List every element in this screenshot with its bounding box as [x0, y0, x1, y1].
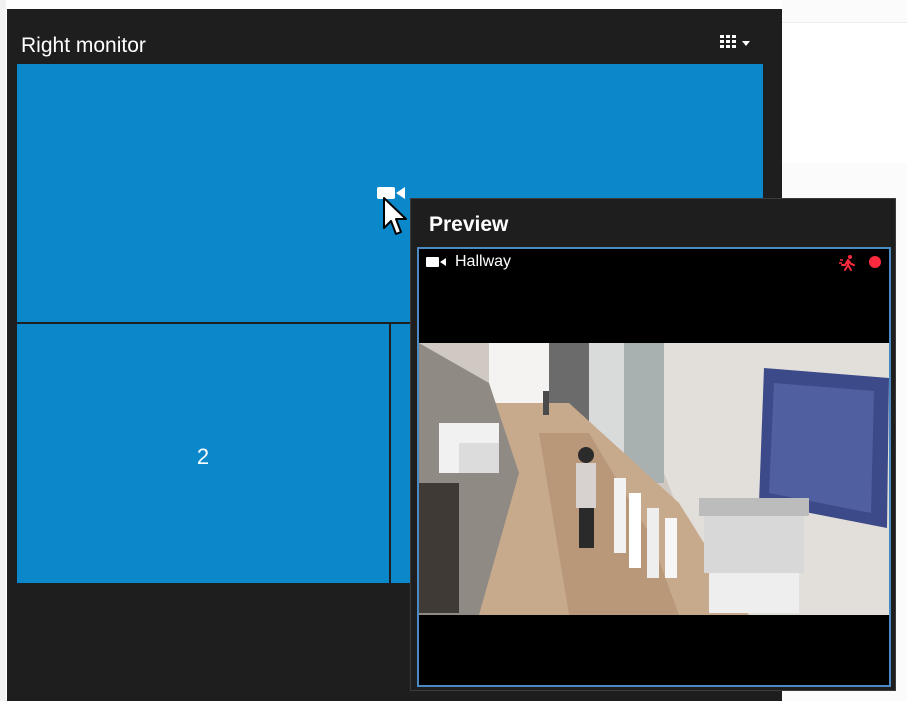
window-edge	[0, 0, 6, 701]
motion-icon	[839, 255, 855, 271]
camera-preview[interactable]: Hallway	[417, 247, 891, 687]
chevron-down-icon	[742, 41, 750, 46]
camera-icon	[426, 257, 446, 267]
grid-icon	[720, 35, 736, 49]
camera-title-bar: Hallway	[419, 249, 889, 275]
view-tile-2[interactable]: 2	[17, 324, 389, 583]
recording-dot-icon	[869, 256, 881, 268]
monitor-header: Right monitor	[7, 9, 782, 64]
monitor-title: Right monitor	[21, 34, 146, 57]
camera-video-frame	[419, 343, 889, 615]
background-band	[782, 22, 907, 163]
preview-popup: Preview Hallway	[410, 198, 896, 691]
camera-name: Hallway	[455, 253, 512, 270]
pointer-cursor-icon	[383, 197, 407, 235]
layout-select-button[interactable]	[715, 29, 761, 55]
preview-title: Preview	[429, 213, 509, 236]
tile-number: 2	[196, 444, 210, 469]
